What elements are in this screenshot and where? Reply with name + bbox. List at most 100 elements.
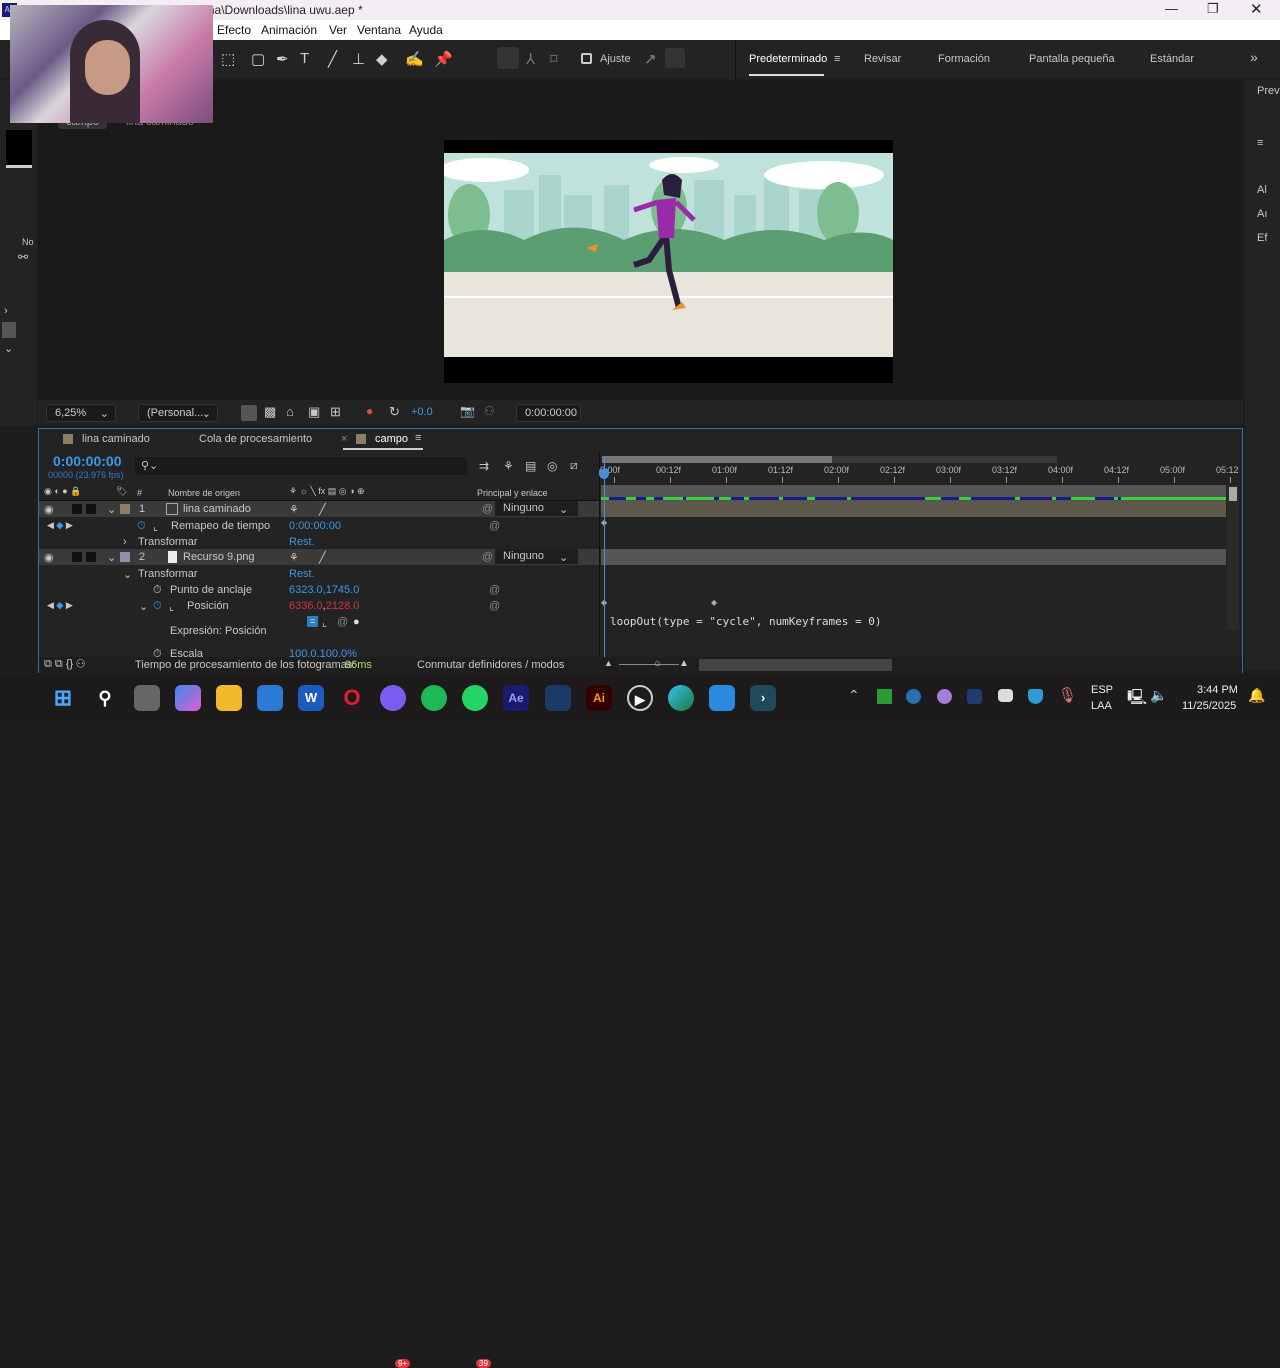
snap-option-icon[interactable]: ↗ xyxy=(644,50,657,68)
frame-blending-icon[interactable]: ▤ xyxy=(525,459,536,473)
magnification-dropdown[interactable]: 6,25% ⌄ xyxy=(46,404,116,422)
exposure-reset-icon[interactable]: ↻ xyxy=(389,404,400,420)
workspace-pantalla-pequena[interactable]: Pantalla pequeña xyxy=(1029,53,1115,65)
solo-toggle[interactable] xyxy=(72,552,82,562)
brush-tool-icon[interactable]: ╱ xyxy=(328,50,337,68)
axis-world-icon[interactable]: ⅄ xyxy=(526,50,535,68)
flowchart-icon[interactable]: ⚯ xyxy=(18,250,28,264)
axis-view-icon[interactable]: ⌑ xyxy=(550,50,558,68)
fast-previews-icon[interactable] xyxy=(241,405,257,421)
graph-icon[interactable]: ⌞ xyxy=(153,520,158,533)
pickwhip-icon[interactable]: @ xyxy=(482,551,493,563)
snap-checkbox[interactable] xyxy=(581,53,592,64)
task-view-icon[interactable] xyxy=(134,685,160,711)
region-of-interest-icon[interactable]: ⬚ xyxy=(221,50,235,68)
copilot-icon[interactable] xyxy=(175,685,201,711)
expression-pickwhip-icon[interactable]: @ xyxy=(337,616,348,628)
solo-toggle[interactable] xyxy=(72,504,82,514)
keyboard-layout[interactable]: LAA xyxy=(1091,700,1112,712)
microsoft-store-icon[interactable] xyxy=(257,685,283,711)
region-of-interest-icon[interactable]: ▣ xyxy=(308,404,320,420)
layer-name[interactable]: Recurso 9.png xyxy=(183,551,255,563)
opera-icon[interactable]: O xyxy=(339,685,365,711)
playhead-handle[interactable] xyxy=(599,469,609,479)
tab-render-queue[interactable]: Cola de procesamiento xyxy=(199,433,312,445)
toggle-switches-modes-button[interactable]: Conmutar definidores / modos xyxy=(417,659,564,671)
time-navigator-handle[interactable] xyxy=(602,456,832,463)
property-group-row[interactable]: ⌄ Transformar Rest. xyxy=(39,566,599,582)
menu-ver[interactable]: Ver xyxy=(329,23,347,37)
time-ruler[interactable]: 0:00f 00:12f 01:00f 01:12f 02:00f 02:12f 03:00… xyxy=(600,465,1239,485)
enable-expression-icon[interactable]: = xyxy=(307,616,318,627)
app-tray-icon[interactable] xyxy=(937,689,952,704)
layer-row[interactable]: ◉ ⌄ 1 lina caminado ⚘ ╱ @ Ninguno ⌄ xyxy=(39,501,599,517)
zoom-slider[interactable] xyxy=(619,664,679,665)
composition-viewer[interactable]: campo lina caminado xyxy=(38,80,1243,425)
zoom-out-icon[interactable]: ▲ xyxy=(604,658,613,668)
workspace-predeterminado[interactable]: Predeterminado xyxy=(749,53,827,65)
zoom-slider-handle[interactable]: ○ xyxy=(654,658,661,670)
pen-tool-icon[interactable]: ✒ xyxy=(276,50,289,68)
whatsapp-icon[interactable] xyxy=(462,685,488,711)
current-time-indicator[interactable] xyxy=(604,457,605,662)
effects-panel-tab[interactable]: Ef xyxy=(1257,232,1267,244)
lock-toggle[interactable] xyxy=(86,504,96,514)
quality-switch-icon[interactable]: ╱ xyxy=(319,503,326,516)
minimize-button[interactable]: — xyxy=(1165,1,1178,16)
illustrator-icon[interactable]: Ai xyxy=(586,685,612,711)
pickwhip-icon[interactable]: @ xyxy=(489,520,500,532)
webcam-tray-icon[interactable] xyxy=(967,689,982,704)
scrollbar-thumb[interactable] xyxy=(1229,487,1237,501)
property-group-row[interactable]: › Transformar Rest. xyxy=(39,534,599,550)
keyframe-icon[interactable]: ◆ xyxy=(711,598,717,607)
comp-mini-flowchart-icon[interactable]: ⇉ xyxy=(479,459,489,473)
clock-date[interactable]: 11/25/2025 xyxy=(1182,700,1236,712)
character-panel-tab[interactable]: Aı xyxy=(1257,208,1267,220)
hide-shy-layers-icon[interactable]: ⚘ xyxy=(503,459,514,473)
rectangle-tool-icon[interactable]: ▢ xyxy=(251,50,265,68)
puppet-pin-icon[interactable]: 📌 xyxy=(434,50,453,68)
edge-icon[interactable] xyxy=(668,685,694,711)
channel-icon[interactable]: ● xyxy=(366,404,373,418)
layer-search-input[interactable]: ⚲⌄ xyxy=(135,457,467,475)
expression-language-menu-icon[interactable]: ● xyxy=(353,616,360,628)
network-icon[interactable]: 🖳 xyxy=(1127,687,1147,712)
media-player-icon[interactable]: ▶ xyxy=(627,685,653,711)
column-source-name[interactable]: Nombre de origen xyxy=(168,488,240,498)
volume-icon[interactable]: 🔈 xyxy=(1150,687,1167,704)
pickwhip-icon[interactable]: @ xyxy=(482,503,493,515)
layer-bar[interactable] xyxy=(601,497,1226,517)
spotify-icon[interactable] xyxy=(421,685,447,711)
expand-chevron-icon[interactable]: ⌄ xyxy=(123,568,132,581)
windows-start-icon[interactable]: ⊞ xyxy=(50,685,76,711)
terminal-icon[interactable]: › xyxy=(750,685,776,711)
layer-name[interactable]: lina caminado xyxy=(183,503,251,515)
shy-switch-icon[interactable]: ⚘ xyxy=(289,503,299,516)
label-color-swatch[interactable] xyxy=(120,552,130,562)
panel-menu-icon[interactable]: ≡ xyxy=(1257,137,1263,149)
after-effects-icon[interactable]: Ae xyxy=(503,685,529,711)
keyframe-navigator[interactable]: ◀ ◆ ▶ xyxy=(47,600,73,611)
pickwhip-icon[interactable]: @ xyxy=(489,600,500,612)
panel-menu-icon[interactable]: ≡ xyxy=(415,432,421,444)
comp-frame[interactable] xyxy=(439,140,893,383)
eye-icon[interactable]: ◉ xyxy=(44,551,54,564)
discord-tray-icon[interactable] xyxy=(998,689,1013,702)
expand-chevron-icon[interactable]: › xyxy=(123,536,127,548)
close-button[interactable]: ✕ xyxy=(1250,0,1263,18)
graph-editor-icon[interactable]: ⧄ xyxy=(570,458,578,473)
workspace-revisar[interactable]: Revisar xyxy=(864,53,901,65)
reset-link[interactable]: Rest. xyxy=(289,536,315,548)
exposure-value[interactable]: +0.0 xyxy=(411,406,433,418)
horizontal-scrollbar[interactable] xyxy=(699,659,892,671)
keyframe-navigator[interactable]: ◀ ◆ ▶ xyxy=(47,520,73,531)
type-tool-icon[interactable]: T xyxy=(300,50,309,67)
eye-icon[interactable]: ◉ xyxy=(44,503,54,516)
steam-icon[interactable] xyxy=(545,685,571,711)
workspace-overflow-button[interactable]: » xyxy=(1250,49,1258,65)
expression-editor[interactable]: loopOut(type = "cycle", numKeyframes = 0… xyxy=(610,615,882,628)
roto-brush-icon[interactable]: ✍ xyxy=(405,50,424,68)
expand-chevron-icon[interactable]: ⌄ xyxy=(107,503,116,516)
stopwatch-icon[interactable]: ⏱ xyxy=(153,600,162,613)
current-time-display[interactable]: 0:00:00:00 xyxy=(53,453,122,469)
